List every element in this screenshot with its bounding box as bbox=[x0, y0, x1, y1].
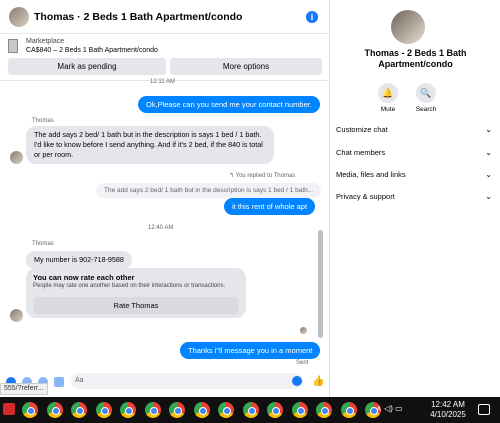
start-icon[interactable] bbox=[3, 403, 15, 415]
info-icon[interactable]: i bbox=[306, 11, 318, 23]
row-label: Customize chat bbox=[336, 125, 388, 134]
chrome-icon[interactable] bbox=[169, 402, 185, 418]
chrome-icon[interactable] bbox=[120, 402, 136, 418]
message-outgoing[interactable]: Ok,Please can you send me your contact n… bbox=[138, 96, 320, 113]
listing-title[interactable]: CA$840 – 2 Beds 1 Bath Apartment/condo bbox=[26, 47, 158, 54]
reply-note: ↰ You replied to Thomas bbox=[229, 172, 295, 179]
rate-subtitle: People may rate one another based on the… bbox=[33, 283, 226, 289]
chrome-icon[interactable] bbox=[242, 402, 259, 418]
search-button[interactable]: 🔍 Search bbox=[406, 83, 446, 113]
avatar[interactable] bbox=[10, 309, 23, 322]
chrome-icon[interactable] bbox=[218, 402, 234, 418]
message-incoming[interactable]: The add says 2 bed/ 1 bath but in the de… bbox=[26, 126, 274, 164]
chrome-icon[interactable] bbox=[291, 402, 308, 418]
composer: Aa 👍 bbox=[0, 370, 330, 394]
messenger-window: Thomas · 2 Beds 1 Bath Apartment/condo i… bbox=[0, 0, 500, 397]
chevron-down-icon: ⌄ bbox=[485, 125, 492, 134]
mark-pending-button[interactable]: Mark as pending bbox=[8, 58, 166, 75]
read-receipt-avatar bbox=[300, 327, 307, 334]
chrome-icon[interactable] bbox=[193, 402, 210, 418]
chat-title[interactable]: Thomas · 2 Beds 1 Bath Apartment/condo bbox=[34, 11, 242, 23]
mute-button[interactable]: 🔔 Mute bbox=[368, 83, 408, 113]
row-customize-chat[interactable]: Customize chat ⌄ bbox=[336, 125, 492, 139]
timestamp: 12:40 AM bbox=[148, 225, 174, 231]
chrome-icon[interactable] bbox=[316, 402, 332, 418]
chrome-icon[interactable] bbox=[144, 402, 161, 418]
chrome-icon[interactable] bbox=[340, 402, 357, 418]
chrome-icon[interactable] bbox=[71, 402, 87, 418]
taskbar: ∧ ◁) ▭ 12:42 AM 4/10/2025 bbox=[0, 397, 500, 423]
chrome-icon[interactable] bbox=[46, 402, 63, 418]
more-options-button[interactable]: More options bbox=[170, 58, 322, 75]
sent-status: Sent bbox=[296, 360, 309, 366]
chrome-icon[interactable] bbox=[267, 402, 283, 418]
sender-name: Thomas bbox=[32, 118, 54, 124]
row-label: Chat members bbox=[336, 148, 386, 157]
chevron-down-icon: ⌄ bbox=[485, 148, 492, 157]
timestamp: 12:11 AM bbox=[150, 79, 175, 85]
bell-icon: 🔔 bbox=[378, 83, 398, 103]
clock-time[interactable]: 12:42 AM bbox=[428, 400, 468, 409]
message-incoming[interactable]: My number is 902-718-9588 bbox=[26, 251, 132, 269]
info-title: Thomas - 2 Beds 1 Bath Apartment/condo bbox=[364, 48, 467, 69]
gif-icon[interactable] bbox=[54, 377, 64, 387]
message-outgoing[interactable]: Thanks i"ll message you in a moment bbox=[180, 342, 321, 359]
mute-label: Mute bbox=[380, 106, 396, 113]
rate-card: You can now rate each other People may r… bbox=[26, 268, 246, 318]
chevron-down-icon: ⌄ bbox=[485, 170, 492, 179]
listing-thumbnail[interactable] bbox=[8, 39, 18, 53]
reply-quote[interactable]: The add says 2 bed/ 1 bath but in the de… bbox=[96, 183, 322, 198]
like-icon[interactable]: 👍 bbox=[312, 376, 324, 387]
chrome-icon[interactable] bbox=[22, 402, 38, 418]
search-icon: 🔍 bbox=[416, 83, 436, 103]
rate-title: You can now rate each other bbox=[33, 273, 135, 282]
chevron-down-icon: ⌄ bbox=[485, 192, 492, 201]
row-label: Media, files and links bbox=[336, 170, 406, 179]
search-label: Search bbox=[415, 106, 437, 113]
row-chat-members[interactable]: Chat members ⌄ bbox=[336, 148, 492, 162]
avatar[interactable] bbox=[9, 7, 29, 27]
chat-pane: Thomas · 2 Beds 1 Bath Apartment/condo i… bbox=[0, 0, 330, 397]
reply-icon: ↰ bbox=[229, 173, 236, 179]
rate-button[interactable]: Rate Thomas bbox=[34, 297, 238, 314]
reply-note-text: You replied to Thomas bbox=[235, 173, 296, 179]
message-input[interactable]: Aa bbox=[71, 373, 303, 389]
marketplace-label: Marketplace bbox=[26, 38, 65, 45]
info-pane: Thomas - 2 Beds 1 Bath Apartment/condo 🔔… bbox=[331, 0, 500, 397]
avatar[interactable] bbox=[391, 10, 425, 44]
clock-date[interactable]: 4/10/2025 bbox=[424, 410, 472, 419]
avatar[interactable] bbox=[10, 151, 23, 164]
chat-header: Thomas · 2 Beds 1 Bath Apartment/condo i bbox=[0, 0, 330, 34]
status-url: 555/?referr... bbox=[0, 383, 48, 395]
sender-name: Thomas bbox=[32, 241, 54, 247]
notification-icon[interactable] bbox=[478, 404, 490, 415]
row-label: Privacy & support bbox=[336, 192, 395, 201]
scrollbar[interactable] bbox=[318, 230, 323, 338]
system-tray[interactable]: ∧ ◁) ▭ bbox=[376, 404, 403, 413]
message-outgoing[interactable]: it this rent of whole apt bbox=[224, 198, 316, 215]
row-privacy-support[interactable]: Privacy & support ⌄ bbox=[336, 192, 492, 206]
emoji-icon[interactable] bbox=[292, 376, 302, 386]
row-media-files[interactable]: Media, files and links ⌄ bbox=[336, 170, 492, 184]
chrome-icon[interactable] bbox=[95, 402, 112, 418]
